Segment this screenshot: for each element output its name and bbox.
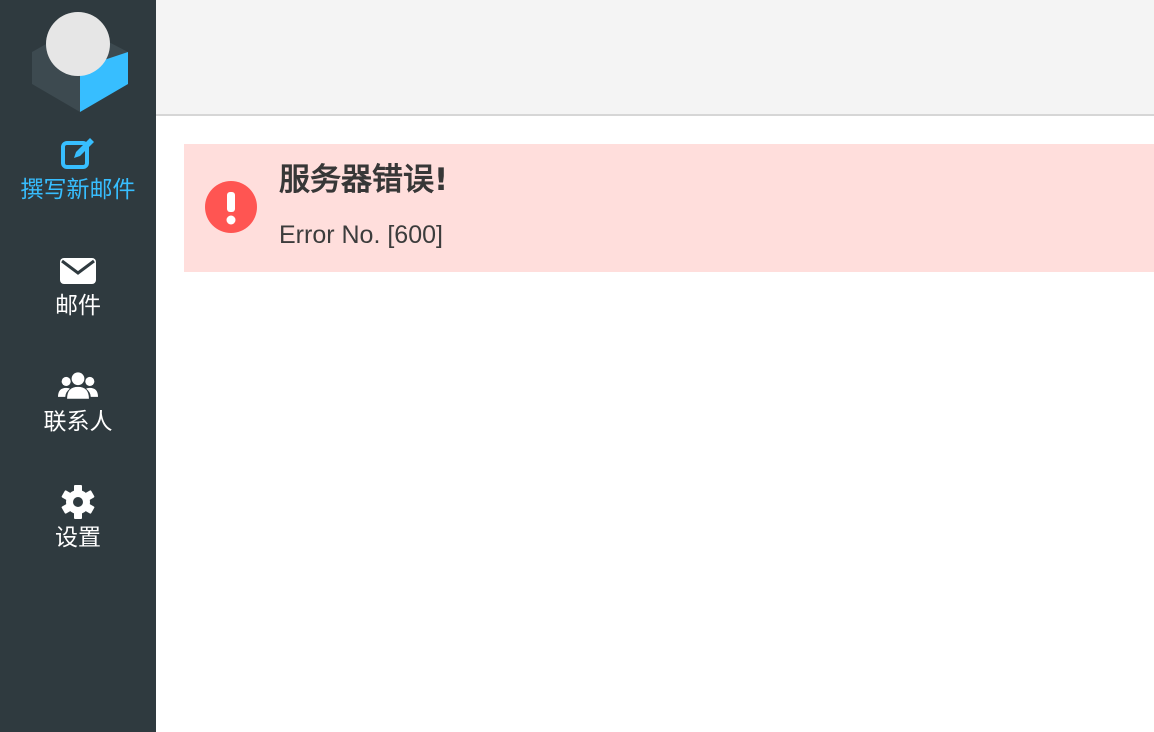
sidebar-item-compose[interactable]: 撰写新邮件 [0,134,156,204]
compose-icon [61,138,94,169]
sidebar-item-label: 邮件 [55,293,101,319]
error-message: Error No. [600] [279,221,443,249]
envelope-icon [60,258,96,284]
top-header-bar [156,0,1154,116]
exclamation-icon [205,181,257,233]
sidebar-item-label: 撰写新邮件 [20,177,136,203]
sidebar-item-settings[interactable]: 设置 [0,482,156,552]
sidebar-item-label: 设置 [55,525,101,551]
contacts-icon [58,372,98,399]
sidebar-item-mail[interactable]: 邮件 [0,250,156,320]
app-logo[interactable] [24,8,132,114]
error-message-box: 服务器错误! Error No. [600] [184,144,1154,272]
error-title: 服务器错误! [279,162,449,198]
gear-icon [61,485,95,519]
sidebar-item-label: 联系人 [43,409,113,435]
sidebar: 撰写新邮件 邮件 联系人 设置 [0,0,156,732]
sidebar-item-contacts[interactable]: 联系人 [0,366,156,436]
